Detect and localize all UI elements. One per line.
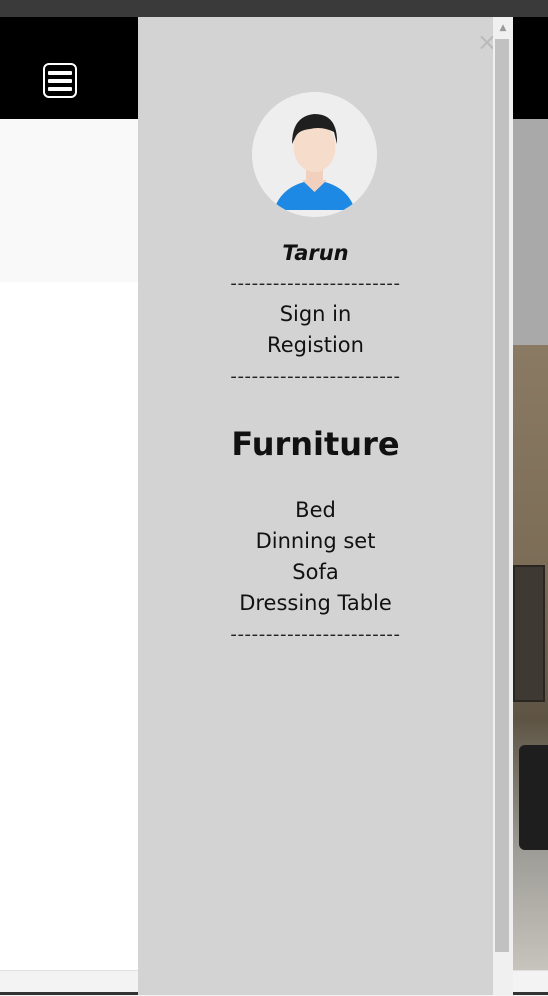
scroll-up-arrow-icon[interactable]: ▲ xyxy=(493,17,513,39)
divider: ------------------------ xyxy=(230,273,401,294)
side-drawer: Tarun ------------------------ Sign in R… xyxy=(138,17,493,995)
hamburger-icon[interactable] xyxy=(43,63,77,98)
username: Tarun xyxy=(282,241,349,265)
section-title: Furniture xyxy=(231,425,400,463)
user-avatar-icon xyxy=(252,92,377,217)
scrollbar-track xyxy=(493,952,513,995)
wall-frame-image xyxy=(513,565,545,702)
drawer-scrollbar[interactable]: ▲ xyxy=(493,17,513,952)
chair-image xyxy=(519,745,548,850)
divider: ------------------------ xyxy=(230,624,401,645)
main-content xyxy=(0,282,138,970)
registration-link[interactable]: Registion xyxy=(138,333,493,357)
scrollbar-thumb[interactable] xyxy=(495,39,509,952)
category-bed[interactable]: Bed xyxy=(138,498,493,522)
divider: ------------------------ xyxy=(230,366,401,387)
background-strip xyxy=(513,119,548,345)
sign-in-link[interactable]: Sign in xyxy=(138,302,493,326)
category-dinning-set[interactable]: Dinning set xyxy=(138,529,493,553)
category-sofa[interactable]: Sofa xyxy=(138,560,493,584)
category-dressing-table[interactable]: Dressing Table xyxy=(138,591,493,615)
browser-top-strip xyxy=(0,0,548,17)
